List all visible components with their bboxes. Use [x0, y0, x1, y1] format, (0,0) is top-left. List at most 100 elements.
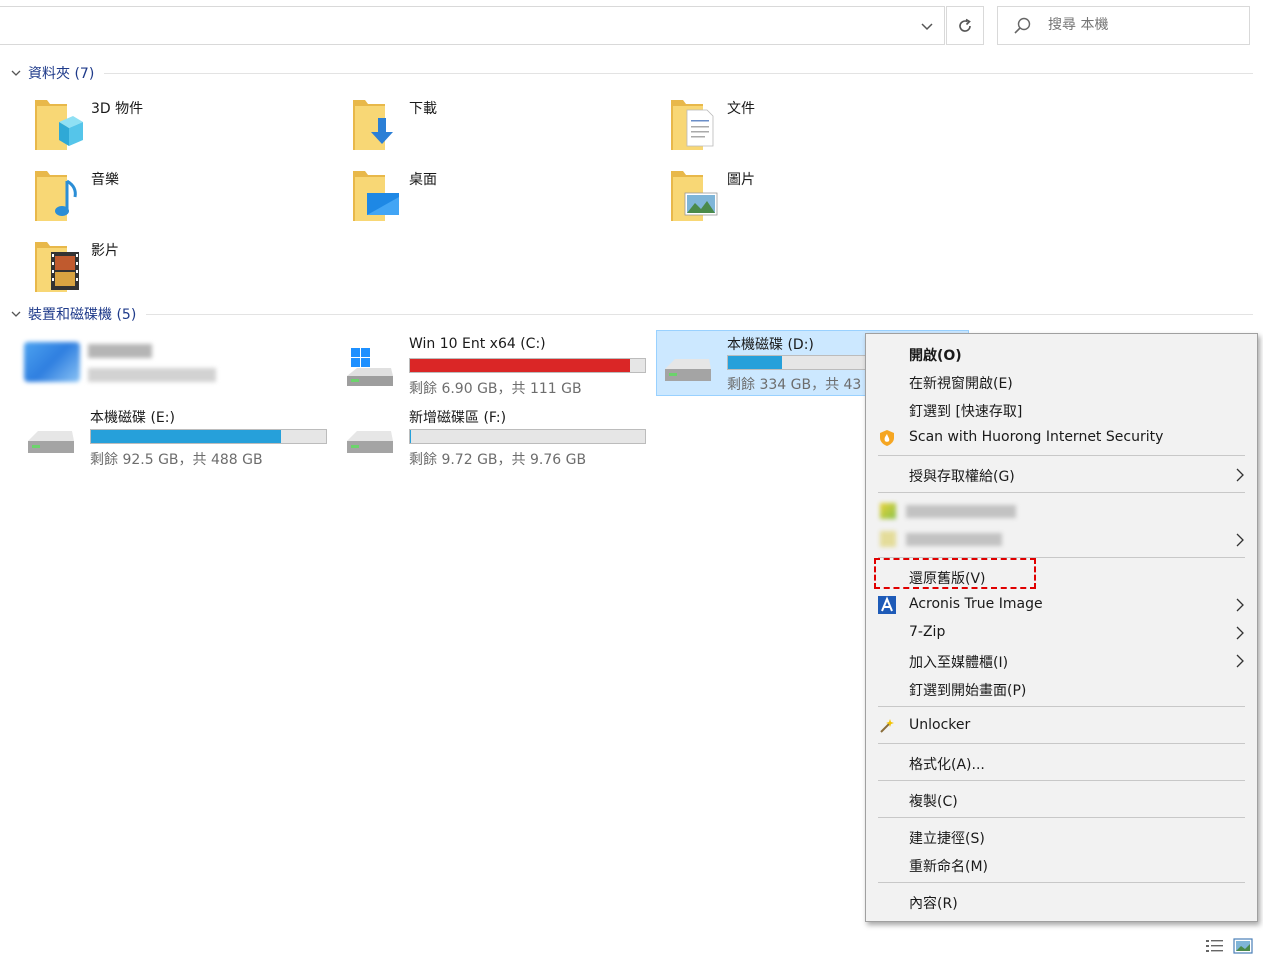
search-box[interactable] [997, 6, 1250, 45]
menu-item-copy[interactable]: 複製(C) [866, 786, 1257, 814]
drive-usage-bar [409, 429, 646, 444]
search-input[interactable] [1048, 17, 1238, 33]
menu-item-label: Unlocker [909, 717, 971, 733]
menu-item-blurred-2[interactable] [866, 526, 1257, 554]
drive-usage-fill [410, 359, 631, 372]
folder-desktop-icon [353, 171, 399, 221]
menu-item-acronis[interactable]: Acronis True Image [866, 591, 1257, 619]
section-divider [146, 313, 1253, 315]
address-bar-area [0, 0, 1263, 50]
folder-pictures[interactable]: 圖片 [669, 167, 969, 229]
restore-previous-highlight [874, 558, 1036, 589]
menu-item-create-shortcut[interactable]: 建立捷徑(S) [866, 823, 1257, 851]
view-buttons [1205, 937, 1255, 955]
menu-item-7zip[interactable]: 7-Zip [866, 619, 1257, 647]
blurred-device-details [88, 368, 216, 382]
folder-pictures-icon [671, 171, 718, 221]
drive-e[interactable]: 本機磁碟 (E:) 剩餘 92.5 GB，共 488 GB [20, 405, 330, 469]
folder-label: 影片 [91, 243, 119, 259]
drive-usage-fill [91, 430, 282, 443]
menu-item-label: Acronis True Image [909, 596, 1043, 612]
hard-drive-icon [28, 431, 74, 453]
blurred-device-icon [24, 342, 80, 382]
drive-usage-fill [410, 430, 411, 443]
large-icons-view-icon[interactable] [1233, 938, 1253, 954]
menu-separator [878, 882, 1245, 883]
collapse-chevron-icon [11, 311, 21, 317]
menu-item-label: Scan with Huorong Internet Security [909, 429, 1164, 445]
menu-item-properties[interactable]: 內容(R) [866, 888, 1257, 916]
menu-item-label: 開啟(O) [909, 348, 962, 364]
submenu-arrow-icon [1236, 626, 1244, 640]
submenu-arrow-icon [1236, 533, 1244, 547]
details-view-icon[interactable] [1205, 938, 1225, 954]
blurred-device-name [88, 344, 152, 358]
folder-downloads[interactable]: 下載 [351, 96, 651, 158]
menu-item-label: 重新命名(M) [909, 859, 989, 875]
menu-separator [878, 743, 1245, 744]
menu-item-pin-start[interactable]: 釘選到開始畫面(P) [866, 675, 1257, 703]
folder-label: 文件 [727, 101, 755, 117]
folder-3d-objects-icon [35, 100, 83, 150]
menu-item-label: 格式化(A)... [909, 757, 985, 773]
menu-item-unlocker[interactable]: Unlocker [866, 712, 1257, 740]
acronis-icon [878, 596, 896, 614]
hard-drive-icon [347, 431, 393, 453]
folder-label: 音樂 [91, 172, 119, 188]
menu-item-open-new-window[interactable]: 在新視窗開啟(E) [866, 368, 1257, 396]
blurred-menu-icon [880, 503, 896, 519]
folder-music-icon [35, 171, 77, 221]
drive-c[interactable]: Win 10 Ent x64 (C:) 剩餘 6.90 GB，共 111 GB [339, 334, 649, 398]
drive-name: 新增磁碟區 (F:) [409, 410, 507, 426]
folder-label: 圖片 [727, 172, 755, 188]
menu-item-rename[interactable]: 重新命名(M) [866, 851, 1257, 879]
menu-separator [878, 780, 1245, 781]
folders-section-header[interactable]: 資料夾 (7) [10, 63, 1253, 83]
devices-section-header[interactable]: 裝置和磁碟機 (5) [10, 304, 1253, 324]
drive-usage-fill [728, 356, 783, 369]
folder-desktop[interactable]: 桌面 [351, 167, 651, 229]
menu-item-open[interactable]: 開啟(O) [866, 340, 1257, 368]
blurred-device[interactable] [20, 334, 330, 398]
blurred-menu-text [906, 505, 1016, 518]
menu-item-label: 釘選到開始畫面(P) [909, 683, 1027, 699]
folder-documents-icon [671, 100, 714, 150]
unlocker-wand-icon [880, 719, 894, 733]
folder-downloads-icon [353, 100, 393, 150]
menu-item-pin-quick-access[interactable]: 釘選到 [快速存取] [866, 396, 1257, 424]
menu-item-add-to-library[interactable]: 加入至媒體櫃(I) [866, 647, 1257, 675]
menu-item-scan-huorong[interactable]: Scan with Huorong Internet Security [866, 424, 1257, 452]
menu-item-blurred-1[interactable] [866, 498, 1257, 526]
menu-item-label: 加入至媒體櫃(I) [909, 655, 1009, 671]
folder-videos-icon [35, 242, 79, 292]
address-bar[interactable] [0, 6, 945, 45]
drive-free-space: 剩餘 6.90 GB，共 111 GB [409, 381, 582, 397]
menu-separator [878, 817, 1245, 818]
hard-drive-icon [665, 359, 711, 381]
submenu-arrow-icon [1236, 598, 1244, 612]
submenu-arrow-icon [1236, 468, 1244, 482]
drive-usage-bar [409, 358, 646, 373]
menu-item-label: 建立捷徑(S) [909, 831, 985, 847]
folder-music[interactable]: 音樂 [33, 167, 333, 229]
drive-f[interactable]: 新增磁碟區 (F:) 剩餘 9.72 GB，共 9.76 GB [339, 405, 649, 469]
context-menu: 開啟(O) 在新視窗開啟(E) 釘選到 [快速存取] Scan with Huo… [865, 333, 1258, 922]
folder-documents[interactable]: 文件 [669, 96, 969, 158]
devices-section-title: 裝置和磁碟機 (5) [28, 307, 137, 323]
drive-free-space: 剩餘 92.5 GB，共 488 GB [90, 452, 263, 468]
folder-3d-objects[interactable]: 3D 物件 [33, 96, 333, 158]
blurred-menu-text [906, 533, 1002, 546]
menu-item-label: 釘選到 [快速存取] [909, 404, 1023, 420]
folders-section-title: 資料夾 (7) [28, 66, 95, 82]
collapse-chevron-icon [11, 70, 21, 76]
menu-separator [878, 492, 1245, 493]
refresh-button[interactable] [946, 6, 984, 45]
menu-item-format[interactable]: 格式化(A)... [866, 749, 1257, 777]
folder-videos[interactable]: 影片 [33, 238, 333, 300]
search-icon [1014, 17, 1031, 34]
folder-label: 3D 物件 [91, 101, 144, 117]
address-history-chevron-down-icon[interactable] [910, 8, 944, 45]
menu-item-give-access[interactable]: 授與存取權給(G) [866, 461, 1257, 489]
drive-name: 本機磁碟 (D:) [727, 337, 814, 353]
folder-label: 桌面 [409, 172, 437, 188]
